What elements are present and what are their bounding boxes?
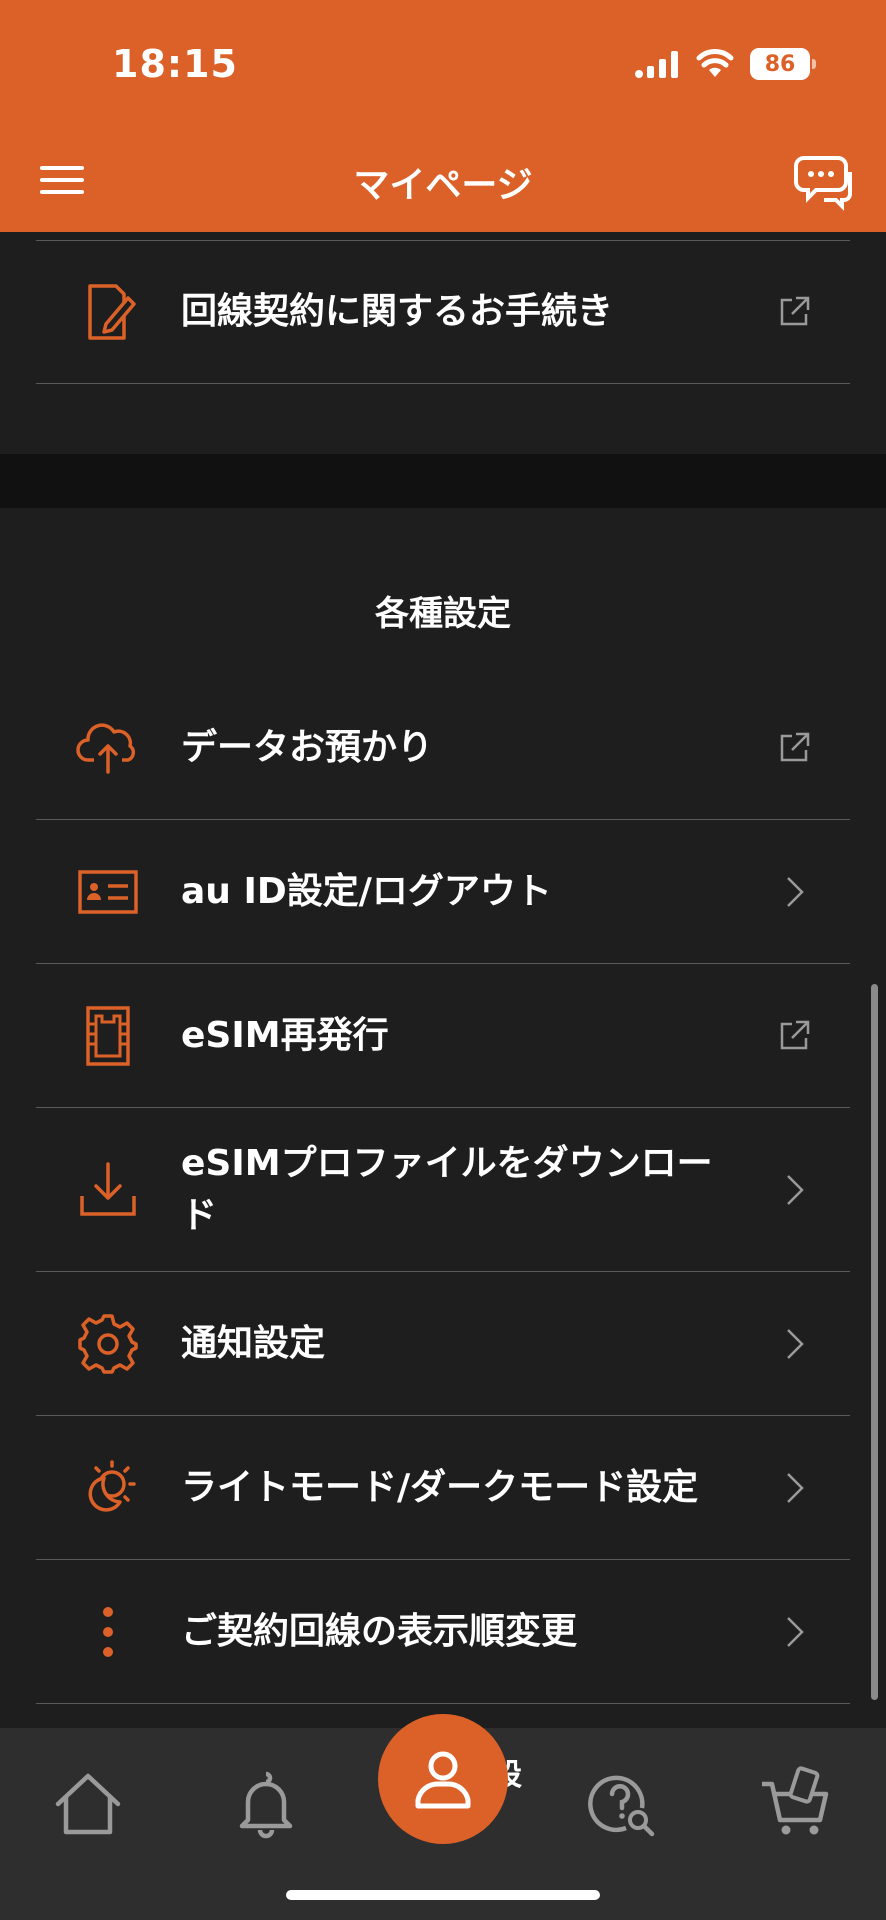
more-vertical-icon	[103, 1606, 113, 1657]
esim-reissue-row[interactable]: eSIM再発行	[36, 964, 850, 1108]
sun-moon-icon	[88, 1459, 136, 1512]
chevron-right-icon	[787, 1472, 804, 1503]
chevron-right-icon	[787, 1328, 804, 1359]
external-link-icon	[780, 732, 810, 761]
row-label: ライトモード/ダークモード設定	[181, 1466, 699, 1508]
wifi-icon	[696, 49, 734, 77]
row-label: eSIM再発行	[181, 1014, 389, 1056]
chevron-right-icon	[787, 1616, 804, 1647]
app-header: 18:15 86 マイページ	[0, 0, 886, 232]
status-icons: 86	[634, 48, 816, 80]
row-label: データお預かり	[181, 726, 434, 768]
home-indicator	[286, 1890, 600, 1900]
au-id-settings-row[interactable]: au ID設定/ログアウト	[36, 820, 850, 964]
external-link-icon	[780, 1020, 810, 1049]
gear-icon	[78, 1313, 138, 1374]
notification-settings-row[interactable]: 通知設定	[36, 1272, 850, 1416]
sim-card-icon	[86, 1005, 130, 1066]
battery-indicator: 86	[750, 48, 816, 80]
id-card-icon	[78, 869, 138, 914]
chevron-right-icon	[787, 876, 804, 907]
esim-profile-download-row[interactable]: eSIMプロファイルをダウンロード	[36, 1108, 850, 1272]
home-icon[interactable]	[48, 1764, 128, 1844]
cloud-upload-icon	[76, 722, 135, 774]
row-label: 通知設定	[181, 1322, 326, 1364]
row-label: 回線契約に関するお手続き	[181, 290, 614, 332]
section-divider	[0, 454, 886, 508]
content-area[interactable]: 回線契約に関するお手続き 各種設定 データお預かり au ID設定/ログアウト	[0, 232, 886, 1728]
row-label: eSIMプロファイルをダウンロード	[181, 1142, 713, 1236]
scrollbar[interactable]	[871, 984, 878, 1700]
settings-section-title: 各種設定	[375, 594, 511, 634]
data-backup-row[interactable]: データお預かり	[36, 676, 850, 820]
row-label: au ID設定/ログアウト	[181, 870, 552, 912]
bell-icon[interactable]	[226, 1764, 306, 1844]
signal-icon	[635, 51, 678, 78]
chat-icon[interactable]	[794, 150, 856, 212]
tab-mypage[interactable]	[378, 1714, 508, 1844]
user-icon	[415, 1751, 471, 1809]
contract-line-order-row[interactable]: ご契約回線の表示順変更	[36, 1560, 850, 1704]
contract-procedures-row[interactable]: 回線契約に関するお手続き	[36, 240, 850, 384]
help-search-icon[interactable]	[582, 1764, 662, 1844]
cart-icon[interactable]	[758, 1764, 838, 1844]
external-link-icon	[780, 296, 810, 325]
download-icon	[80, 1161, 136, 1216]
page-title: マイページ	[353, 165, 533, 206]
chevron-right-icon	[787, 1174, 804, 1205]
row-label: ご契約回線の表示順変更	[181, 1610, 578, 1652]
status-time: 18:15	[112, 42, 238, 86]
light-dark-mode-row[interactable]: ライトモード/ダークモード設定	[36, 1416, 850, 1560]
document-pen-icon	[88, 283, 136, 340]
